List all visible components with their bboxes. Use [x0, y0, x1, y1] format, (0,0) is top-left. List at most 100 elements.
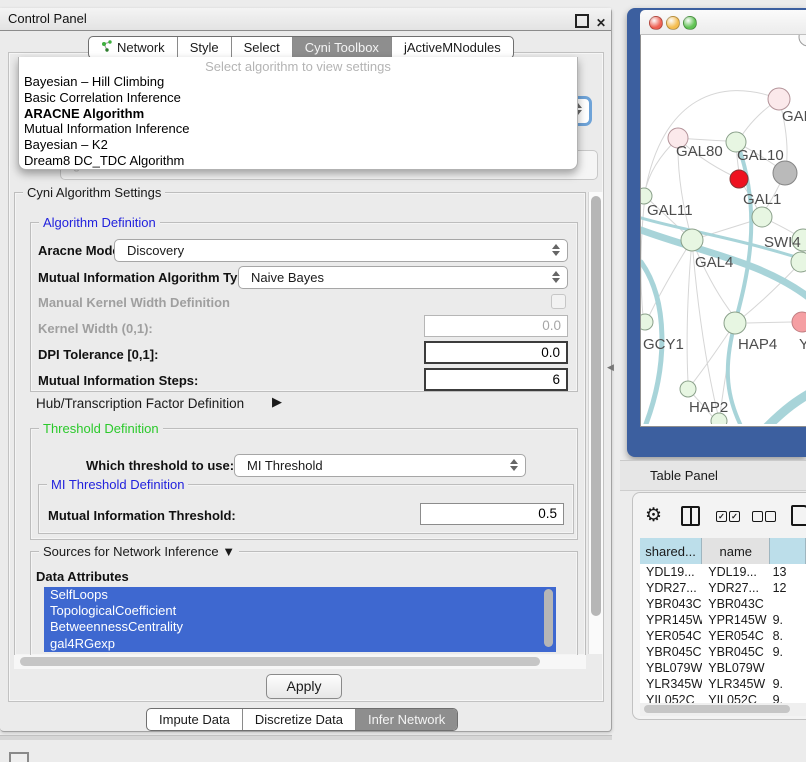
float-panel-icon[interactable] [575, 14, 589, 28]
network-node[interactable] [791, 252, 806, 272]
hub-expand-arrow-icon[interactable]: ▶ [272, 394, 282, 410]
column-header-2[interactable] [770, 538, 806, 564]
sources-group-title: Sources for Network Inference ▼ [39, 544, 239, 559]
table-row[interactable]: YLR345WYLR345W9. [640, 676, 806, 692]
table-row[interactable]: YBR043CYBR043C [640, 596, 806, 612]
table-row[interactable]: YPR145WYPR145W9. [640, 612, 806, 628]
tab-network[interactable]: Network [89, 37, 177, 58]
algo-item-bayesian-hill-climbing[interactable]: Bayesian – Hill Climbing [19, 74, 577, 90]
column-header-shared-[interactable]: shared... [640, 538, 702, 564]
close-panel-icon[interactable]: ✕ [596, 12, 606, 34]
tab-cyni-toolbox[interactable]: Cyni Toolbox [292, 37, 391, 58]
table-row[interactable]: YDR27...YDR27...12 [640, 580, 806, 596]
tab-jactivemnodules[interactable]: jActiveMNodules [391, 37, 513, 58]
node-label-gal10: GAL10 [737, 147, 784, 164]
apply-button[interactable]: Apply [266, 674, 342, 699]
network-edge [687, 240, 692, 382]
table-header-row: shared...name [640, 538, 806, 564]
algo-item-aracne-algorithm[interactable]: ARACNE Algorithm [19, 106, 577, 122]
mac-zoom-icon[interactable] [683, 16, 697, 30]
data-attributes-list[interactable]: SelfLoopsTopologicalCoefficientBetweenne… [44, 587, 556, 652]
function-page-icon[interactable] [791, 505, 806, 526]
node-label-gal2: GAL2 [782, 108, 806, 125]
algo-item-basic-correlation-inference[interactable]: Basic Correlation Inference [19, 90, 577, 106]
settings-vertical-scrollbar[interactable] [588, 192, 603, 654]
which-threshold-label: Which threshold to use: [86, 458, 234, 473]
hub-definition-label[interactable]: Hub/Transcription Factor Definition [36, 396, 244, 411]
control-panel-title: Control Panel [0, 11, 87, 26]
tab-style[interactable]: Style [177, 37, 231, 58]
table-panel-titlebar: Table Panel [620, 460, 806, 491]
data-attributes-label: Data Attributes [36, 569, 129, 584]
network-window-titlebar[interactable] [640, 10, 806, 35]
network-node[interactable] [752, 207, 772, 227]
deselect-all-icon[interactable] [752, 511, 778, 529]
network-edge [641, 196, 645, 316]
table-cell: 9. [771, 644, 806, 660]
table-row[interactable]: YIL052CYIL052C9. [640, 692, 806, 703]
attribute-topologicalcoefficient[interactable]: TopologicalCoefficient [44, 603, 556, 619]
network-node[interactable] [724, 312, 746, 334]
attr-list-scrollbar[interactable] [544, 589, 553, 647]
splitter-collapse-icon[interactable]: ◀ [607, 362, 614, 373]
table-horizontal-scrollbar[interactable] [640, 703, 806, 716]
mi-type-combo[interactable]: Naive Bayes [238, 266, 568, 289]
mi-threshold-field[interactable]: 0.5 [420, 503, 564, 525]
network-node[interactable] [680, 381, 696, 397]
columns-icon[interactable] [681, 506, 700, 526]
table-cell: YER054C [702, 628, 770, 644]
network-node[interactable] [792, 312, 806, 332]
tab-impute-data[interactable]: Impute Data [147, 709, 242, 730]
algo-item-mutual-information-inference[interactable]: Mutual Information Inference [19, 121, 577, 137]
tab-select[interactable]: Select [231, 37, 292, 58]
control-panel-titlebar: Control Panel ✕ [0, 8, 611, 31]
table-row[interactable]: YBR045CYBR045C9. [640, 644, 806, 660]
network-edge [645, 91, 779, 192]
mi-steps-field[interactable]: 6 [424, 368, 568, 391]
table-cell: YBL079W [640, 660, 702, 676]
select-all-icon[interactable]: ✓✓ [716, 511, 742, 529]
table-rows: YDL19...YDL19...13YDR27...YDR27...12YBR0… [640, 564, 806, 703]
node-label-gal1: GAL1 [743, 191, 781, 208]
table-cell: 8. [771, 628, 806, 644]
column-header-name[interactable]: name [702, 538, 770, 564]
mac-minimize-icon[interactable] [666, 16, 680, 30]
aracne-mode-combo[interactable]: Discovery [114, 239, 568, 262]
attribute-gal4rgexp[interactable]: gal4RGexp [44, 636, 556, 652]
network-node[interactable] [730, 170, 748, 188]
settings-horizontal-scrollbar[interactable] [14, 655, 586, 669]
algo-item-dream8-dc-tdc-algorithm[interactable]: Dream8 DC_TDC Algorithm [19, 153, 577, 169]
collapse-arrow-icon[interactable]: ▼ [222, 544, 235, 559]
network-node[interactable] [681, 229, 703, 251]
tab-discretize-data[interactable]: Discretize Data [242, 709, 355, 730]
algorithm-popup-prompt: Select algorithm to view settings [19, 57, 577, 74]
network-canvas[interactable]: GAL2GAL80GAL10GAL11GAL1SWI4GAL4GCY1HAP4Y… [641, 35, 806, 424]
gear-icon[interactable]: ⚙ [645, 504, 662, 527]
table-row[interactable]: YER054CYER054C8. [640, 628, 806, 644]
table-row[interactable]: YDL19...YDL19...13 [640, 564, 806, 580]
screen: Control Panel ✕ NetworkStyleSelectCyni T… [0, 0, 806, 762]
network-edge-thick [766, 392, 806, 424]
network-node[interactable] [773, 161, 797, 185]
network-node[interactable] [768, 88, 790, 110]
mac-close-icon[interactable] [649, 16, 663, 30]
table-row[interactable]: YBL079WYBL079W [640, 660, 806, 676]
dpi-tolerance-field[interactable]: 0.0 [424, 341, 568, 364]
network-edge [747, 322, 792, 323]
restore-panel-icon[interactable] [9, 752, 29, 762]
network-node[interactable] [641, 314, 653, 330]
attribute-selfloops[interactable]: SelfLoops [44, 587, 556, 603]
tab-infer-network[interactable]: Infer Network [355, 709, 457, 730]
table-cell: 9. [771, 692, 806, 703]
table-cell: 9. [771, 612, 806, 628]
which-threshold-combo[interactable]: MI Threshold [234, 454, 526, 477]
mi-threshold-label: Mutual Information Threshold: [48, 508, 236, 523]
cyni-bottom-tabbar: Impute DataDiscretize DataInfer Network [146, 708, 458, 731]
table-cell: YPR145W [640, 612, 702, 628]
table-cell: YBR045C [640, 644, 702, 660]
network-node[interactable] [799, 35, 806, 46]
table-cell: YBR043C [702, 596, 770, 612]
attribute-betweennesscentrality[interactable]: BetweennessCentrality [44, 619, 556, 635]
algo-item-bayesian-k2[interactable]: Bayesian – K2 [19, 137, 577, 153]
dpi-tolerance-label: DPI Tolerance [0,1]: [38, 347, 158, 362]
